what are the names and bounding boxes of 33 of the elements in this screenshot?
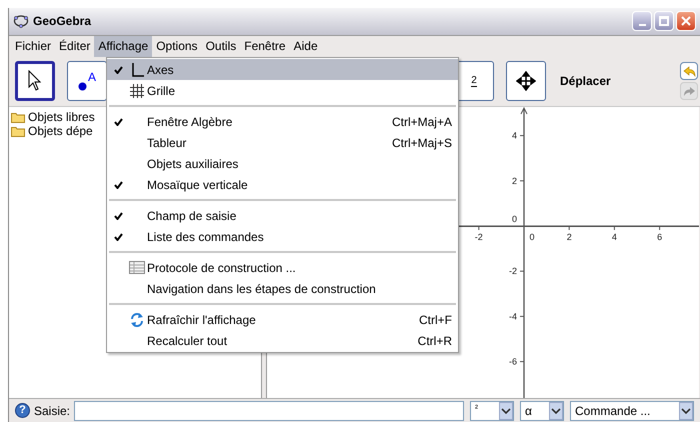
tick-label: -2 <box>474 232 483 242</box>
tick-label: 0 <box>530 232 534 242</box>
tool-name: Déplacer <box>560 73 611 90</box>
tick-label: -6 <box>508 356 517 367</box>
menu-item-label: Objets auxiliaires <box>147 156 238 172</box>
menu-item-label: Axes <box>147 62 174 78</box>
menu-item-label: Recalculer tout <box>147 332 228 350</box>
tick-label: 2 <box>512 176 517 186</box>
dropdown-value: α <box>524 402 533 420</box>
shortcut-label: Ctrl+R <box>418 332 452 350</box>
tick-label: 2 <box>566 232 572 242</box>
point-label: A <box>88 71 96 84</box>
menu-item-label: Champ de saisie <box>147 208 236 224</box>
shortcut-label: Ctrl+Maj+S <box>392 134 452 152</box>
shortcut-label: Ctrl+F <box>419 312 452 328</box>
tick-label: 4 <box>612 232 617 242</box>
dropdown-value: ² <box>474 402 480 415</box>
menu-item-label: Tableur <box>147 134 186 152</box>
menu-item-label: Fenêtre Algèbre <box>147 114 232 130</box>
tick-label: 4 <box>512 130 517 141</box>
menu-item-label: Grille <box>147 82 176 100</box>
menu-item-label: Rafraîchir l'affichage <box>147 312 256 328</box>
tick-label: 6 <box>657 232 662 242</box>
menu-item-label: Mosaïque verticale <box>147 176 248 194</box>
tick-label: -2 <box>508 266 517 276</box>
tool-label: 2 <box>471 76 477 87</box>
shortcut-label: Ctrl+Maj+A <box>392 114 452 130</box>
dropdown-value: Commande ... <box>574 402 652 420</box>
tick-label: 0 <box>512 214 517 224</box>
window-title: GeoGebra <box>33 13 92 30</box>
tick-label: -4 <box>508 312 517 322</box>
input-label: Saisie: <box>34 402 70 420</box>
menu-item-label: Liste des commandes <box>147 228 264 246</box>
